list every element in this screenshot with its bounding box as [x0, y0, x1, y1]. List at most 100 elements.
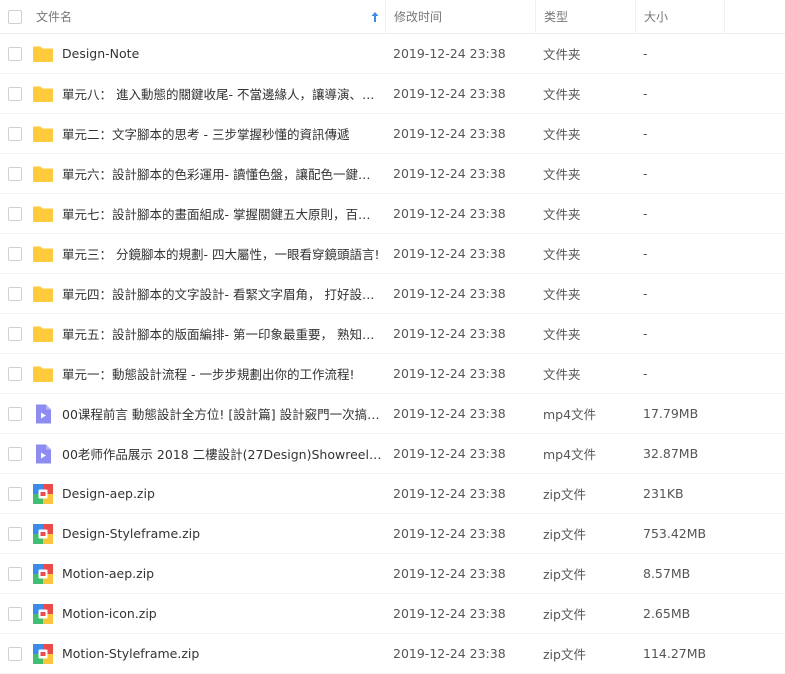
file-name[interactable]: 單元三： 分鏡腳本的規劃- 四大屬性，一眼看穿鏡頭語言!: [62, 244, 379, 263]
folder-icon: [32, 363, 54, 385]
file-name-cell[interactable]: 單元四：設計腳本的文字設計- 看緊文字眉角， 打好設計…: [30, 283, 385, 305]
file-rows: Design-Note 2019-12-24 23:38 文件夹 - 單元八： 進入動態…: [0, 34, 785, 674]
file-list: 文件名 修改时间 类型 大小 Design-Note 2019-12-24 23:…: [0, 0, 785, 674]
file-modified: 2019-12-24 23:38: [393, 566, 506, 581]
file-size: -: [643, 326, 648, 341]
file-name[interactable]: Motion-Styleframe.zip: [62, 646, 199, 661]
file-type: zip文件: [543, 487, 586, 502]
file-row[interactable]: Motion-aep.zip 2019-12-24 23:38 zip文件 8.57M…: [0, 554, 785, 594]
row-checkbox-cell[interactable]: [0, 126, 30, 141]
row-checkbox[interactable]: [8, 86, 22, 101]
row-checkbox-cell[interactable]: [0, 206, 30, 221]
file-name-cell[interactable]: 單元三： 分鏡腳本的規劃- 四大屬性，一眼看穿鏡頭語言!: [30, 243, 385, 265]
file-name-cell[interactable]: 單元一：動態設計流程 - 一步步規劃出你的工作流程!: [30, 363, 385, 385]
file-size: -: [643, 206, 648, 221]
file-name[interactable]: 00老师作品展示 2018 二樓設計(27Design)Showreel.m…: [62, 444, 382, 463]
row-checkbox[interactable]: [8, 126, 22, 141]
file-row[interactable]: 單元四：設計腳本的文字設計- 看緊文字眉角， 打好設計… 2019-12-24 2…: [0, 274, 785, 314]
file-name-cell[interactable]: Motion-Styleframe.zip: [30, 643, 385, 665]
file-row[interactable]: Motion-Styleframe.zip 2019-12-24 23:38 zip…: [0, 634, 785, 674]
row-checkbox[interactable]: [8, 366, 22, 381]
row-checkbox[interactable]: [8, 166, 22, 181]
row-checkbox-cell[interactable]: [0, 166, 30, 181]
file-name-cell[interactable]: Design-Styleframe.zip: [30, 523, 385, 545]
column-header-name[interactable]: 文件名: [30, 0, 385, 34]
sort-ascending-icon[interactable]: [371, 11, 379, 23]
file-name[interactable]: 單元二：文字腳本的思考 - 三步掌握秒懂的資訊傳遞: [62, 124, 349, 143]
row-checkbox-cell[interactable]: [0, 566, 30, 581]
file-row[interactable]: 單元五：設計腳本的版面編排- 第一印象最重要， 熟知畫… 2019-12-24 2…: [0, 314, 785, 354]
row-checkbox[interactable]: [8, 646, 22, 661]
file-name[interactable]: 單元七：設計腳本的畫面組成- 掌握關鍵五大原則，百搭…: [62, 204, 382, 223]
file-name[interactable]: 00课程前言 動態設計全方位! [設計篇] 設計竅門一次搞…: [62, 404, 380, 423]
row-checkbox[interactable]: [8, 326, 22, 341]
row-checkbox[interactable]: [8, 406, 22, 421]
folder-icon: [32, 243, 54, 265]
file-name-cell[interactable]: 00课程前言 動態設計全方位! [設計篇] 設計竅門一次搞…: [30, 403, 385, 425]
file-name[interactable]: Motion-aep.zip: [62, 566, 154, 581]
file-row[interactable]: 單元六：設計腳本的色彩運用- 讀懂色盤，讓配色一鍵鍾情! 2019-12-24 2…: [0, 154, 785, 194]
file-name-cell[interactable]: Design-Note: [30, 43, 385, 65]
file-name-cell[interactable]: Motion-icon.zip: [30, 603, 385, 625]
file-name[interactable]: Motion-icon.zip: [62, 606, 157, 621]
row-checkbox-cell[interactable]: [0, 326, 30, 341]
row-checkbox[interactable]: [8, 246, 22, 261]
file-name[interactable]: 單元一：動態設計流程 - 一步步規劃出你的工作流程!: [62, 364, 354, 383]
row-checkbox[interactable]: [8, 566, 22, 581]
row-checkbox-cell[interactable]: [0, 526, 30, 541]
column-header-type[interactable]: 类型: [535, 0, 635, 34]
file-name-cell[interactable]: Design-aep.zip: [30, 483, 385, 505]
file-name[interactable]: 單元四：設計腳本的文字設計- 看緊文字眉角， 打好設計…: [62, 284, 382, 303]
row-checkbox-cell[interactable]: [0, 406, 30, 421]
row-checkbox-cell[interactable]: [0, 606, 30, 621]
file-name-cell[interactable]: 00老师作品展示 2018 二樓設計(27Design)Showreel.m…: [30, 443, 385, 465]
file-name[interactable]: 單元六：設計腳本的色彩運用- 讀懂色盤，讓配色一鍵鍾情!: [62, 164, 382, 183]
row-checkbox[interactable]: [8, 206, 22, 221]
row-checkbox[interactable]: [8, 526, 22, 541]
row-checkbox-cell[interactable]: [0, 486, 30, 501]
column-header-size[interactable]: 大小: [635, 0, 725, 34]
row-checkbox-cell[interactable]: [0, 246, 30, 261]
row-checkbox[interactable]: [8, 446, 22, 461]
row-checkbox-cell[interactable]: [0, 366, 30, 381]
file-row[interactable]: Design-aep.zip 2019-12-24 23:38 zip文件 231KB: [0, 474, 785, 514]
select-all-cell[interactable]: [0, 9, 30, 24]
file-name-cell[interactable]: 單元二：文字腳本的思考 - 三步掌握秒懂的資訊傳遞: [30, 123, 385, 145]
file-row[interactable]: 單元八： 進入動態的關鍵收尾- 不當邊緣人，讓導演、動… 2019-12-24 2…: [0, 74, 785, 114]
column-header-modified[interactable]: 修改时间: [385, 0, 535, 34]
file-row[interactable]: Motion-icon.zip 2019-12-24 23:38 zip文件 2.65…: [0, 594, 785, 634]
row-checkbox[interactable]: [8, 486, 22, 501]
file-row[interactable]: 單元二：文字腳本的思考 - 三步掌握秒懂的資訊傳遞 2019-12-24 23:3…: [0, 114, 785, 154]
row-checkbox-cell[interactable]: [0, 646, 30, 661]
file-name[interactable]: Design-Note: [62, 46, 139, 61]
file-row[interactable]: 單元一：動態設計流程 - 一步步規劃出你的工作流程! 2019-12-24 23:…: [0, 354, 785, 394]
row-checkbox[interactable]: [8, 286, 22, 301]
file-size: -: [643, 166, 648, 181]
file-name-cell[interactable]: 單元七：設計腳本的畫面組成- 掌握關鍵五大原則，百搭…: [30, 203, 385, 225]
file-row[interactable]: 單元七：設計腳本的畫面組成- 掌握關鍵五大原則，百搭… 2019-12-24 23…: [0, 194, 785, 234]
file-name-cell[interactable]: Motion-aep.zip: [30, 563, 385, 585]
file-row[interactable]: 00老师作品展示 2018 二樓設計(27Design)Showreel.m… 2…: [0, 434, 785, 474]
file-name-cell[interactable]: 單元八： 進入動態的關鍵收尾- 不當邊緣人，讓導演、動…: [30, 83, 385, 105]
file-name-cell[interactable]: 單元六：設計腳本的色彩運用- 讀懂色盤，讓配色一鍵鍾情!: [30, 163, 385, 185]
file-row[interactable]: Design-Styleframe.zip 2019-12-24 23:38 zip…: [0, 514, 785, 554]
file-name[interactable]: Design-Styleframe.zip: [62, 526, 200, 541]
file-row[interactable]: 00课程前言 動態設計全方位! [設計篇] 設計竅門一次搞… 2019-12-24…: [0, 394, 785, 434]
row-checkbox[interactable]: [8, 46, 22, 61]
file-name[interactable]: 單元五：設計腳本的版面編排- 第一印象最重要， 熟知畫…: [62, 324, 382, 343]
row-checkbox-cell[interactable]: [0, 46, 30, 61]
row-checkbox-cell[interactable]: [0, 446, 30, 461]
file-name[interactable]: Design-aep.zip: [62, 486, 155, 501]
folder-icon: [32, 123, 54, 145]
file-type: zip文件: [543, 607, 586, 622]
file-modified: 2019-12-24 23:38: [393, 606, 506, 621]
row-checkbox[interactable]: [8, 606, 22, 621]
file-row[interactable]: Design-Note 2019-12-24 23:38 文件夹 -: [0, 34, 785, 74]
row-checkbox-cell[interactable]: [0, 286, 30, 301]
select-all-checkbox[interactable]: [8, 9, 22, 24]
file-name[interactable]: 單元八： 進入動態的關鍵收尾- 不當邊緣人，讓導演、動…: [62, 84, 382, 103]
file-row[interactable]: 單元三： 分鏡腳本的規劃- 四大屬性，一眼看穿鏡頭語言! 2019-12-24 2…: [0, 234, 785, 274]
file-name-cell[interactable]: 單元五：設計腳本的版面編排- 第一印象最重要， 熟知畫…: [30, 323, 385, 345]
file-modified: 2019-12-24 23:38: [393, 366, 506, 381]
row-checkbox-cell[interactable]: [0, 86, 30, 101]
